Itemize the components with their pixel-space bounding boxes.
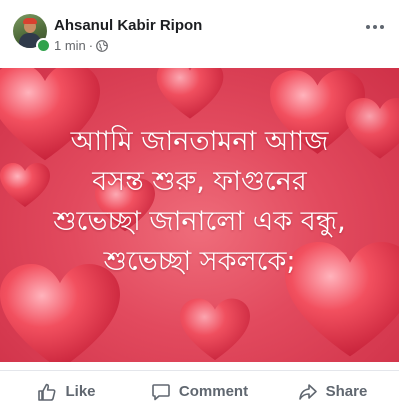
share-button[interactable]: Share — [266, 371, 399, 412]
heart-decoration — [156, 68, 224, 119]
post-message: আামি জানতামনা আাজ বসন্ত শুরু, ফাগুনের শু… — [0, 122, 399, 282]
thumbs-up-icon — [38, 383, 56, 401]
avatar-cap — [23, 18, 37, 24]
online-status-dot — [36, 38, 51, 53]
post-time[interactable]: 1 min — [54, 38, 86, 53]
post-actions: Like Comment Share — [0, 370, 399, 412]
meta-separator: · — [88, 38, 94, 53]
comment-button[interactable]: Comment — [133, 371, 266, 412]
comment-label: Comment — [178, 383, 249, 400]
ellipsis-icon — [366, 25, 370, 29]
more-options-button[interactable] — [362, 18, 388, 36]
heart-decoration — [180, 298, 250, 361]
share-icon — [298, 383, 317, 400]
post-meta: 1 min · — [54, 38, 109, 53]
post-message-line: শুভেচ্ছা জানালো এক বন্ধু, — [53, 206, 346, 237]
author-name[interactable]: Ahsanul Kabir Ripon — [54, 17, 202, 34]
post-header: Ahsanul Kabir Ripon 1 min · — [0, 0, 399, 60]
like-label: Like — [65, 383, 96, 400]
avatar[interactable] — [13, 14, 51, 53]
post-message-line: শুভেচ্ছা সকলকে; — [103, 246, 296, 277]
globe-icon[interactable] — [96, 39, 109, 52]
like-button[interactable]: Like — [0, 371, 133, 412]
post-message-line: আামি জানতামনা আাজ — [70, 126, 329, 157]
comment-icon — [152, 383, 170, 400]
share-label: Share — [325, 383, 368, 400]
post-message-line: বসন্ত শুরু, ফাগুনের — [92, 166, 307, 197]
